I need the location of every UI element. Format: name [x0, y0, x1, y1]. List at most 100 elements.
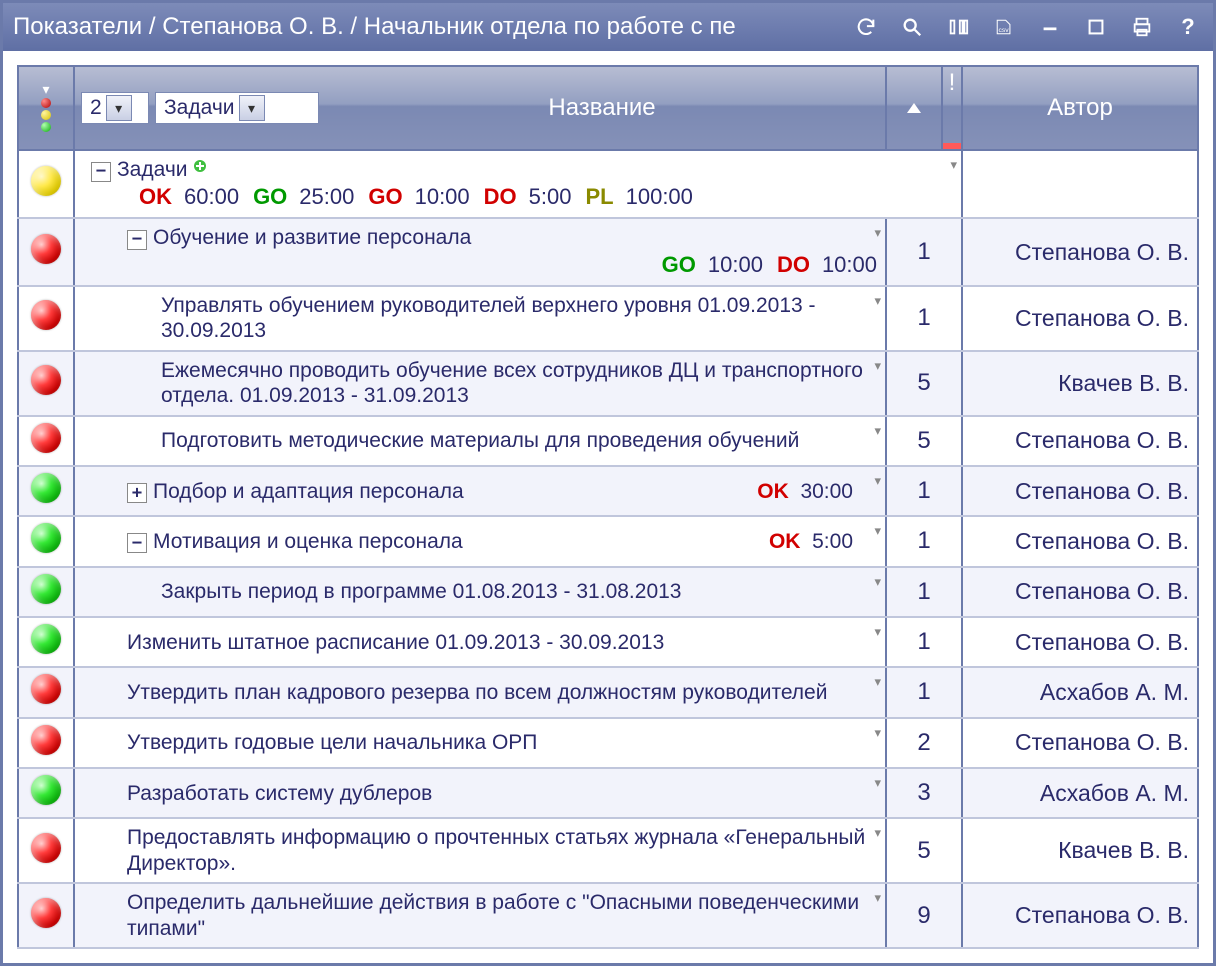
name-cell[interactable]: Изменить штатное расписание 01.09.2013 -… [74, 617, 886, 667]
tree-toggle-minus-icon[interactable]: − [127, 230, 147, 250]
level-select[interactable]: 2 ▾ [81, 92, 149, 124]
row-label: Утвердить план кадрового резерва по всем… [127, 681, 827, 704]
name-cell[interactable]: + Подбор и адаптация персонала OK 30:00 ▾ [74, 466, 886, 516]
author-cell: Степанова О. В. [962, 218, 1198, 286]
name-cell[interactable]: Утвердить годовые цели начальника ОРП▾ [74, 718, 886, 768]
name-cell[interactable]: −Обучение и развитие персонала ▾ GO 10:00 DO… [74, 218, 886, 286]
status-light-icon [31, 300, 61, 330]
name-cell[interactable]: Предоставлять информацию о прочтенных ст… [74, 818, 886, 883]
traffic-red-icon [41, 98, 51, 108]
table-row: Разработать систему дублеров▾3Асхабов А.… [18, 768, 1198, 818]
row-menu-icon[interactable]: ▾ [874, 674, 881, 690]
status-time: 10:00 [822, 252, 877, 278]
name-cell[interactable]: Ежемесячно проводить обучение всех сотру… [74, 351, 886, 416]
type-select[interactable]: Задачи ▾ [155, 92, 319, 124]
row-menu-icon[interactable]: ▾ [874, 358, 881, 374]
status-light-icon [31, 898, 61, 928]
tree-toggle-minus-icon[interactable]: − [91, 162, 111, 182]
author-cell: Степанова О. В. [962, 718, 1198, 768]
row-menu-icon[interactable]: ▾ [874, 293, 881, 309]
author-cell: Степанова О. В. [962, 516, 1198, 566]
table-row: Изменить штатное расписание 01.09.2013 -… [18, 617, 1198, 667]
status-light-icon [31, 624, 61, 654]
titlebar-actions: csv ? [851, 12, 1203, 42]
status-light-icon [31, 833, 61, 863]
row-label: Предоставлять информацию о прочтенных ст… [127, 826, 865, 874]
header-sort[interactable] [886, 66, 942, 150]
status-time: 25:00 [299, 184, 354, 210]
status-time: 10:00 [415, 184, 470, 210]
minimize-icon[interactable] [1035, 12, 1065, 42]
status-light-icon [31, 775, 61, 805]
header-status[interactable]: ▾ [18, 66, 74, 150]
name-cell[interactable]: Закрыть период в программе 01.08.2013 - … [74, 567, 886, 617]
row-menu-icon[interactable]: ▾ [874, 624, 881, 640]
refresh-icon[interactable] [851, 12, 881, 42]
status-tag: PL [585, 184, 613, 210]
status-cell [18, 883, 74, 948]
row-label: Обучение и развитие персонала [153, 226, 471, 249]
header-author[interactable]: Автор [962, 66, 1198, 150]
name-cell[interactable]: −Задачи▾OK60:00GO25:00GO10:00DO5:00PL100… [74, 150, 962, 218]
priority-cell: 5 [886, 818, 962, 883]
status-cell [18, 516, 74, 566]
status-tag: OK [757, 480, 789, 503]
status-tag: GO [662, 252, 696, 278]
status-cell [18, 466, 74, 516]
app-window: Показатели / Степанова О. В. / Начальник… [0, 0, 1216, 966]
row-menu-icon[interactable]: ▾ [950, 157, 957, 173]
tree-toggle-plus-icon[interactable]: + [127, 483, 147, 503]
status-tag: DO [777, 252, 810, 278]
status-dropdown-icon[interactable]: ▾ [42, 84, 49, 94]
row-menu-icon[interactable]: ▾ [874, 523, 881, 539]
row-label: Подбор и адаптация персонала [153, 480, 464, 503]
header-priority[interactable]: ! [942, 66, 962, 150]
status-time: 30:00 [800, 480, 853, 503]
row-menu-icon[interactable]: ▾ [874, 775, 881, 791]
priority-cell: 1 [886, 617, 962, 667]
author-cell: Степанова О. В. [962, 883, 1198, 948]
status-tag: OK [769, 530, 801, 553]
table-row: Управлять обучением руководителей верхне… [18, 286, 1198, 351]
table-row: +Подбор и адаптация персоналаOK 30:00▾1С… [18, 466, 1198, 516]
priority-cell: 1 [886, 516, 962, 566]
header-name: 2 ▾ Задачи ▾ Название [74, 66, 886, 150]
status-summary: OK60:00GO25:00GO10:00DO5:00PL100:00 [139, 184, 953, 210]
status-light-icon [31, 423, 61, 453]
name-cell[interactable]: Утвердить план кадрового резерва по всем… [74, 667, 886, 717]
row-menu-icon[interactable]: ▾ [874, 225, 881, 241]
export-csv-icon[interactable]: csv [989, 12, 1019, 42]
status-light-icon [31, 473, 61, 503]
name-cell[interactable]: Разработать систему дублеров▾ [74, 768, 886, 818]
help-icon[interactable]: ? [1173, 12, 1203, 42]
tree-toggle-minus-icon[interactable]: − [127, 533, 147, 553]
columns-icon[interactable] [943, 12, 973, 42]
author-cell: Асхабов А. М. [962, 768, 1198, 818]
status-cell [18, 150, 74, 218]
row-menu-icon[interactable]: ▾ [874, 473, 881, 489]
name-cell[interactable]: Подготовить методические материалы для п… [74, 416, 886, 466]
priority-cell: 1 [886, 667, 962, 717]
name-cell[interactable]: Управлять обучением руководителей верхне… [74, 286, 886, 351]
priority-cell: 1 [886, 286, 962, 351]
row-label: Закрыть период в программе 01.08.2013 - … [161, 580, 681, 603]
row-label: Задачи [117, 158, 188, 181]
type-value: Задачи [164, 96, 235, 120]
add-icon[interactable] [192, 158, 208, 174]
maximize-icon[interactable] [1081, 12, 1111, 42]
status-tag: GO [368, 184, 402, 210]
status-cell [18, 286, 74, 351]
row-menu-icon[interactable]: ▾ [874, 423, 881, 439]
row-menu-icon[interactable]: ▾ [874, 890, 881, 906]
priority-cell: 1 [886, 218, 962, 286]
name-cell[interactable]: Определить дальнейшие действия в работе … [74, 883, 886, 948]
status-cell [18, 617, 74, 667]
row-menu-icon[interactable]: ▾ [874, 825, 881, 841]
status-tag: OK [139, 184, 172, 210]
table-row: Подготовить методические материалы для п… [18, 416, 1198, 466]
row-menu-icon[interactable]: ▾ [874, 574, 881, 590]
row-menu-icon[interactable]: ▾ [874, 725, 881, 741]
print-icon[interactable] [1127, 12, 1157, 42]
search-icon[interactable] [897, 12, 927, 42]
name-cell[interactable]: −Мотивация и оценка персоналаOK 5:00▾ [74, 516, 886, 566]
